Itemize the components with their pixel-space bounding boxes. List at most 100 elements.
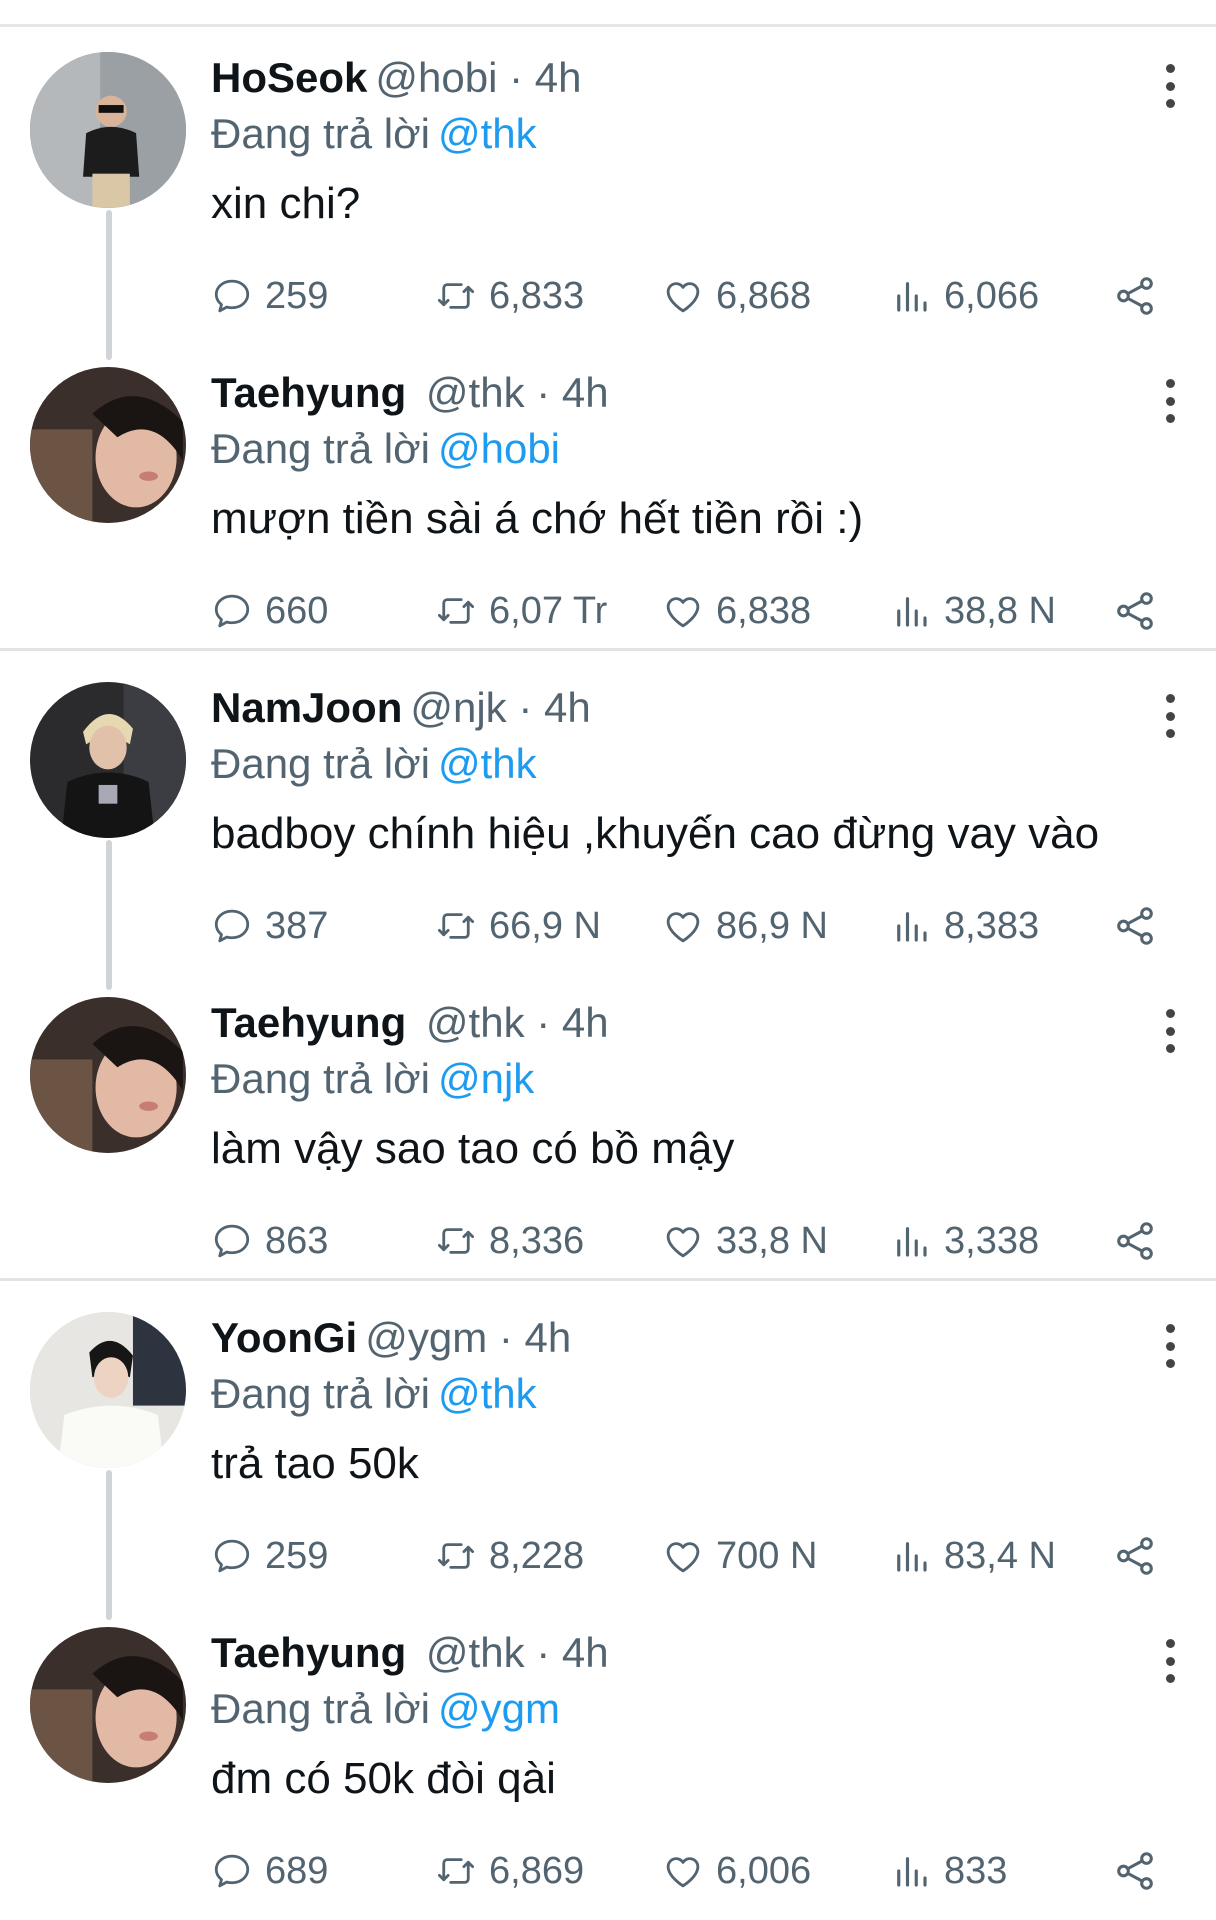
separator-dot: · — [536, 369, 551, 416]
avatar[interactable] — [30, 1312, 186, 1468]
like-button[interactable]: 33,8 N — [662, 1211, 828, 1271]
author-handle[interactable]: @thk — [426, 1629, 525, 1676]
author-name[interactable]: Taehyung — [211, 1629, 406, 1676]
more-options-button[interactable] — [1150, 1316, 1190, 1376]
author-handle[interactable]: @ygm — [365, 1314, 487, 1361]
retweet-count: 6,869 — [489, 1849, 585, 1892]
tweet[interactable]: Taehyung @thk · 4h Đang trả lời @hobi mượ… — [0, 345, 1216, 660]
reply-button[interactable]: 259 — [211, 1526, 328, 1586]
views-button[interactable]: 6,066 — [890, 266, 1039, 326]
more-icon — [1165, 1639, 1175, 1648]
share-icon — [1117, 1852, 1153, 1890]
replying-to: Đang trả lời @njk — [211, 1051, 534, 1107]
retweet-count: 6,07 Tr — [489, 589, 608, 632]
author-name[interactable]: HoSeok — [211, 54, 367, 101]
author-handle[interactable]: @thk — [426, 369, 525, 416]
retweet-button[interactable]: 6,833 — [435, 266, 584, 326]
like-icon — [666, 282, 700, 313]
replying-to-label: Đang trả lời — [211, 1685, 430, 1732]
share-button[interactable] — [1112, 1211, 1158, 1271]
tweet-time[interactable]: 4h — [544, 684, 591, 731]
author-name[interactable]: YoonGi — [211, 1314, 357, 1361]
share-button[interactable] — [1112, 266, 1158, 326]
share-button[interactable] — [1112, 1841, 1158, 1901]
views-count: 833 — [944, 1849, 1008, 1892]
mention-link[interactable]: @thk — [438, 1370, 537, 1417]
views-button[interactable]: 38,8 N — [890, 581, 1056, 641]
author-name[interactable]: Taehyung — [211, 999, 406, 1046]
views-count: 38,8 N — [944, 589, 1056, 632]
views-icon — [897, 1227, 927, 1257]
views-button[interactable]: 8,383 — [890, 896, 1039, 956]
share-button[interactable] — [1112, 581, 1158, 641]
retweet-button[interactable]: 66,9 N — [435, 896, 601, 956]
like-button[interactable]: 6,006 — [662, 1841, 811, 1901]
like-count: 6,868 — [716, 274, 812, 317]
more-options-button[interactable] — [1150, 371, 1190, 431]
author-handle[interactable]: @thk — [426, 999, 525, 1046]
share-button[interactable] — [1112, 896, 1158, 956]
tweet-time[interactable]: 4h — [525, 1314, 572, 1361]
more-options-button[interactable] — [1150, 686, 1190, 746]
views-button[interactable]: 83,4 N — [890, 1526, 1056, 1586]
avatar[interactable] — [30, 682, 186, 838]
author-handle[interactable]: @hobi — [375, 54, 497, 101]
like-button[interactable]: 6,868 — [662, 266, 811, 326]
like-button[interactable]: 700 N — [662, 1526, 817, 1586]
retweet-button[interactable]: 8,228 — [435, 1526, 584, 1586]
tweet-time[interactable]: 4h — [562, 999, 609, 1046]
retweet-button[interactable]: 6,07 Tr — [435, 581, 607, 641]
author-handle[interactable]: @njk — [410, 684, 506, 731]
mention-link[interactable]: @njk — [438, 1055, 534, 1102]
retweet-button[interactable]: 6,869 — [435, 1841, 584, 1901]
tweet[interactable]: Taehyung @thk · 4h Đang trả lời @njk làm … — [0, 975, 1216, 1290]
avatar[interactable] — [30, 1627, 186, 1783]
like-button[interactable]: 86,9 N — [662, 896, 828, 956]
like-count: 86,9 N — [716, 904, 828, 947]
share-button[interactable] — [1112, 1526, 1158, 1586]
tweet-header: Taehyung @thk · 4h — [211, 1625, 609, 1685]
tweet[interactable]: HoSeok @hobi · 4h Đang trả lời @thk xin ch… — [0, 30, 1216, 345]
views-button[interactable]: 3,338 — [890, 1211, 1039, 1271]
views-count: 6,066 — [944, 274, 1040, 317]
mention-link[interactable]: @ygm — [438, 1685, 560, 1732]
mention-link[interactable]: @hobi — [438, 425, 560, 472]
avatar[interactable] — [30, 367, 186, 523]
more-options-button[interactable] — [1150, 56, 1190, 116]
like-icon — [666, 1542, 700, 1573]
mention-link[interactable]: @thk — [438, 110, 537, 157]
share-icon — [1117, 277, 1153, 315]
top-divider — [0, 24, 1216, 27]
reply-button[interactable]: 387 — [211, 896, 328, 956]
tweet-actions: 863 8,336 33,8 N 3,338 — [0, 1211, 1216, 1271]
avatar[interactable] — [30, 997, 186, 1153]
views-button[interactable]: 833 — [890, 1841, 1007, 1901]
reply-icon — [214, 1539, 250, 1573]
replying-to-label: Đang trả lời — [211, 425, 430, 472]
group-divider — [0, 648, 1216, 651]
tweet-time[interactable]: 4h — [535, 54, 582, 101]
avatar[interactable] — [30, 52, 186, 208]
tweet[interactable]: YoonGi @ygm · 4h Đang trả lời @thk trả tao… — [0, 1290, 1216, 1605]
reply-button[interactable]: 660 — [211, 581, 328, 641]
tweet-time[interactable]: 4h — [562, 369, 609, 416]
retweet-button[interactable]: 8,336 — [435, 1211, 584, 1271]
author-name[interactable]: Taehyung — [211, 369, 406, 416]
reply-button[interactable]: 259 — [211, 266, 328, 326]
tweet[interactable]: Taehyung @thk · 4h Đang trả lời @ygm đm c… — [0, 1605, 1216, 1920]
like-count: 33,8 N — [716, 1219, 828, 1262]
mention-link[interactable]: @thk — [438, 740, 537, 787]
reply-button[interactable]: 863 — [211, 1211, 328, 1271]
more-icon — [1165, 1009, 1175, 1018]
retweet-icon — [437, 1858, 475, 1884]
tweet-actions: 259 8,228 700 N 83,4 N — [0, 1526, 1216, 1586]
reply-button[interactable]: 689 — [211, 1841, 328, 1901]
tweet-time[interactable]: 4h — [562, 1629, 609, 1676]
more-options-button[interactable] — [1150, 1631, 1190, 1691]
like-button[interactable]: 6,838 — [662, 581, 811, 641]
more-options-button[interactable] — [1150, 1001, 1190, 1061]
tweet[interactable]: NamJoon @njk · 4h Đang trả lời @thk badboy… — [0, 660, 1216, 975]
retweet-count: 8,228 — [489, 1534, 585, 1577]
author-name[interactable]: NamJoon — [211, 684, 402, 731]
retweet-icon — [437, 283, 475, 309]
